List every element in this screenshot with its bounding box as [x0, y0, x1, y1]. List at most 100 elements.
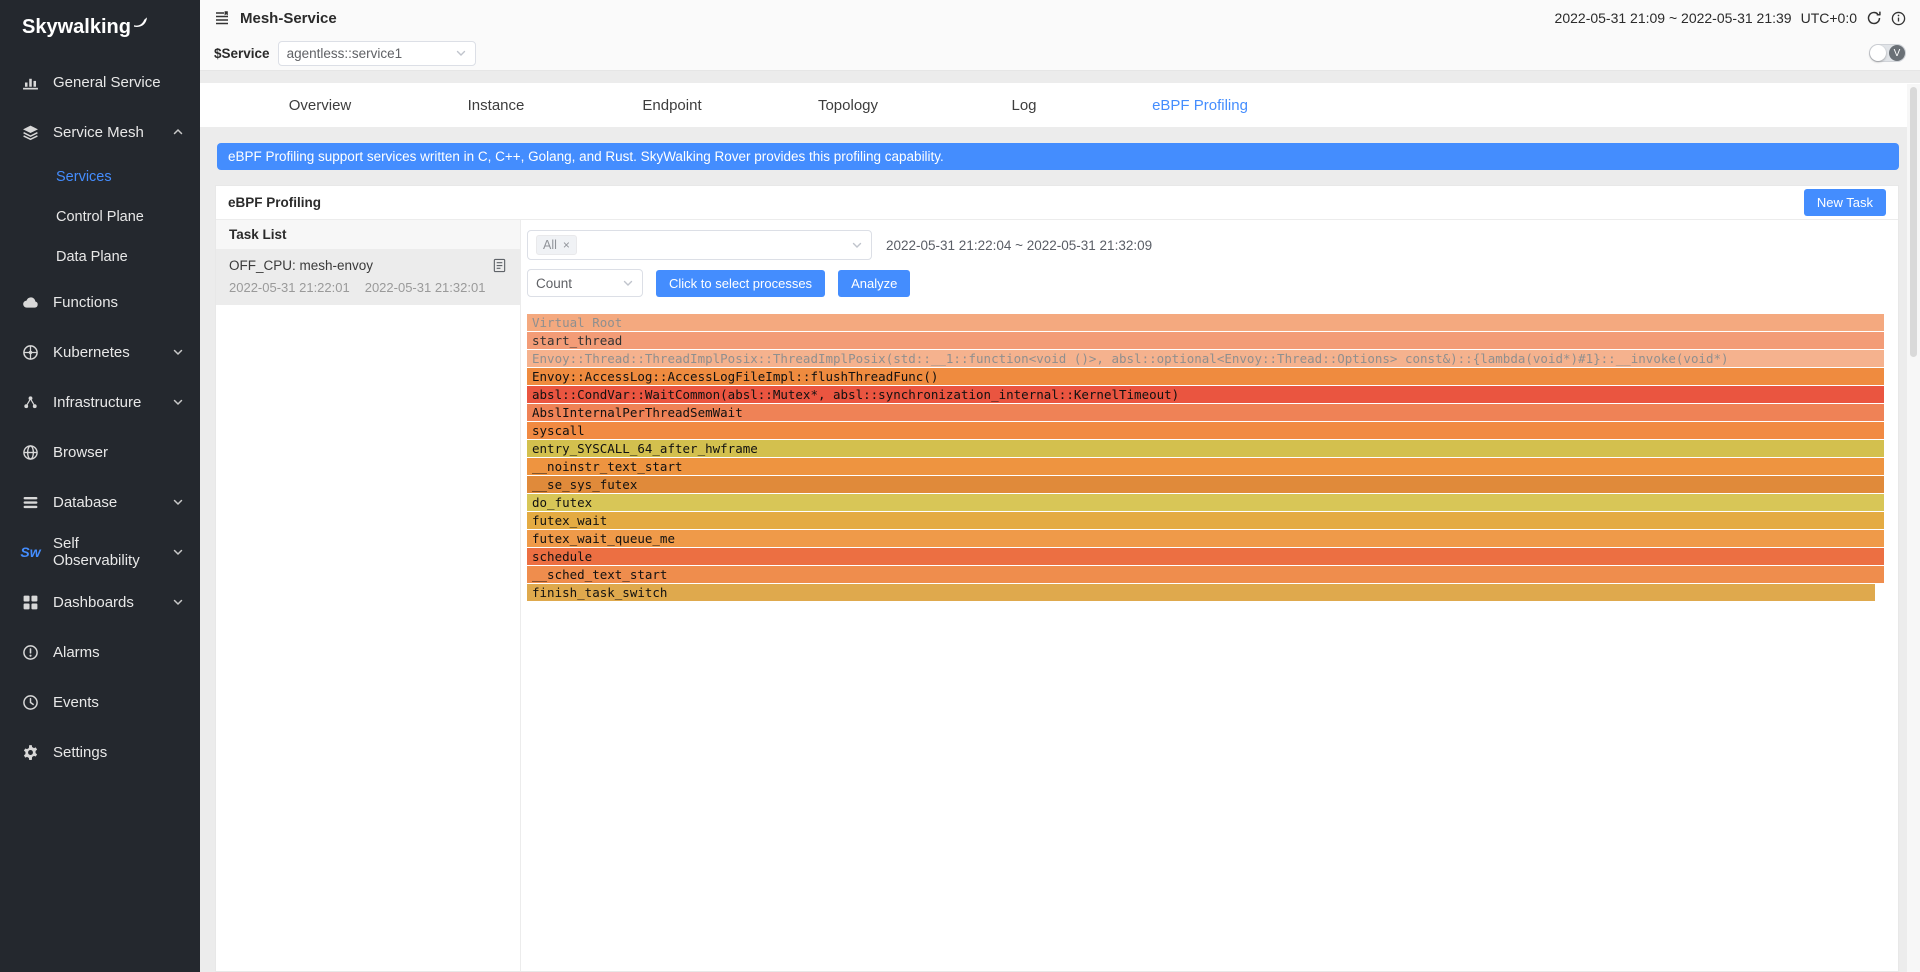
sidebar-item-settings[interactable]: Settings: [0, 727, 200, 777]
process-filter-select[interactable]: All ×: [527, 230, 872, 260]
flame-frame[interactable]: start_thread: [527, 332, 1884, 349]
task-start-time: 2022-05-31 21:22:01: [229, 280, 350, 295]
layers-icon: [22, 124, 39, 141]
analyze-time-range: 2022-05-31 21:22:04 ~ 2022-05-31 21:32:0…: [886, 238, 1152, 253]
sidebar-item-general-service[interactable]: General Service: [0, 57, 200, 107]
flame-frame[interactable]: futex_wait: [527, 512, 1884, 529]
new-task-button[interactable]: New Task: [1804, 189, 1886, 216]
flame-frame[interactable]: Envoy::Thread::ThreadImplPosix::ThreadIm…: [527, 350, 1884, 367]
flame-frame[interactable]: Virtual Root: [527, 314, 1884, 331]
flame-frame[interactable]: futex_wait_queue_me: [527, 530, 1884, 547]
chevron-down-icon: [455, 47, 467, 59]
main-area: Mesh-Service 2022-05-31 21:09 ~ 2022-05-…: [200, 0, 1920, 972]
analysis-controls-row2: Count Click to select processes Analyze: [527, 269, 1882, 297]
sidebar-item-functions[interactable]: Functions: [0, 277, 200, 327]
toggle-knob: [1870, 45, 1886, 61]
info-icon[interactable]: [1891, 11, 1906, 26]
ebpf-profiling-panel: eBPF Profiling New Task Task List OFF_CP…: [215, 185, 1899, 972]
skywalking-sw-icon: Sw: [22, 544, 39, 561]
sidebar-item-control-plane[interactable]: Control Plane: [0, 197, 200, 237]
scrollbar-thumb[interactable]: [1910, 87, 1917, 357]
sidebar-item-events[interactable]: Events: [0, 677, 200, 727]
bar-chart-icon: [22, 74, 39, 91]
timezone-label[interactable]: UTC+0:0: [1801, 10, 1857, 26]
clock-icon: [22, 694, 39, 711]
sidebar-item-label: Dashboards: [53, 594, 134, 611]
sidebar-item-services[interactable]: Services: [0, 157, 200, 197]
sidebar-nav: General Service Service Mesh Services Co…: [0, 57, 200, 777]
task-list-column: Task List OFF_CPU: mesh-envoy 2022-05-31…: [216, 220, 521, 971]
aggregation-select[interactable]: Count: [527, 269, 643, 297]
sidebar-item-label: Database: [53, 494, 117, 511]
flame-frame[interactable]: schedule: [527, 548, 1884, 565]
chevron-down-icon: [172, 496, 184, 508]
dashboard-list-icon[interactable]: [214, 10, 230, 26]
tab-ebpf-profiling[interactable]: eBPF Profiling: [1112, 97, 1288, 114]
database-icon: [22, 494, 39, 511]
service-select-value: agentless::service1: [287, 46, 403, 61]
sidebar-item-label: Service Mesh: [53, 124, 144, 141]
flame-frame[interactable]: AbslInternalPerThreadSemWait: [527, 404, 1884, 421]
flame-graph: Virtual Rootstart_threadEnvoy::Thread::T…: [527, 314, 1884, 601]
sidebar-item-label: Kubernetes: [53, 344, 130, 361]
flame-frame[interactable]: __sched_text_start: [527, 566, 1884, 583]
version-toggle[interactable]: V: [1869, 44, 1906, 62]
grid-icon: [22, 594, 39, 611]
sidebar-item-browser[interactable]: Browser: [0, 427, 200, 477]
tab-bar: Overview Instance Endpoint Topology Log …: [200, 83, 1920, 127]
tag-close-icon[interactable]: ×: [563, 239, 570, 251]
cluster-nodes-icon: [22, 394, 39, 411]
tab-log[interactable]: Log: [936, 97, 1112, 114]
refresh-icon[interactable]: [1866, 10, 1882, 26]
sidebar-item-label: General Service: [53, 74, 161, 91]
task-name: OFF_CPU: mesh-envoy: [229, 258, 373, 273]
sidebar-item-self-observability[interactable]: Sw Self Observability: [0, 527, 200, 577]
sidebar-item-label: Browser: [53, 444, 108, 461]
flame-frame[interactable]: __noinstr_text_start: [527, 458, 1884, 475]
chevron-down-icon: [172, 396, 184, 408]
sidebar-item-data-plane[interactable]: Data Plane: [0, 237, 200, 277]
flame-frame[interactable]: entry_SYSCALL_64_after_hwframe: [527, 440, 1884, 457]
flame-frame[interactable]: do_futex: [527, 494, 1884, 511]
tab-topology[interactable]: Topology: [760, 97, 936, 114]
process-filter-tag: All ×: [536, 235, 577, 255]
sidebar-item-dashboards[interactable]: Dashboards: [0, 577, 200, 627]
task-list-item[interactable]: OFF_CPU: mesh-envoy 2022-05-31 21:22:01 …: [216, 250, 520, 305]
service-variable-label: $Service: [214, 46, 270, 61]
service-select[interactable]: agentless::service1: [278, 41, 476, 66]
globe-icon: [22, 444, 39, 461]
flame-frame[interactable]: finish_task_switch: [527, 584, 1875, 601]
sidebar-item-label: Self Observability: [53, 535, 158, 569]
flame-frame[interactable]: Envoy::AccessLog::AccessLogFileImpl::flu…: [527, 368, 1884, 385]
panel-title: eBPF Profiling: [228, 195, 321, 210]
kubernetes-icon: [22, 344, 39, 361]
logo-wing-icon: [133, 12, 148, 35]
global-time-range[interactable]: 2022-05-31 21:09 ~ 2022-05-31 21:39: [1555, 10, 1792, 26]
sidebar-item-alarms[interactable]: Alarms: [0, 627, 200, 677]
task-schedule-icon[interactable]: [492, 258, 507, 273]
service-selector-bar: $Service agentless::service1 V: [200, 36, 1920, 71]
skywalking-logo[interactable]: Skywalking: [0, 0, 200, 49]
select-processes-button[interactable]: Click to select processes: [656, 270, 825, 297]
chevron-up-icon: [172, 126, 184, 138]
analyze-button[interactable]: Analyze: [838, 270, 910, 297]
tab-endpoint[interactable]: Endpoint: [584, 97, 760, 114]
task-list-header: Task List: [216, 220, 520, 250]
tab-overview[interactable]: Overview: [232, 97, 408, 114]
page-title: Mesh-Service: [240, 10, 337, 27]
flame-frame[interactable]: absl::CondVar::WaitCommon(absl::Mutex*, …: [527, 386, 1884, 403]
top-header-bar: Mesh-Service 2022-05-31 21:09 ~ 2022-05-…: [200, 0, 1920, 36]
tab-instance[interactable]: Instance: [408, 97, 584, 114]
flame-frame[interactable]: syscall: [527, 422, 1884, 439]
flame-frame[interactable]: __se_sys_futex: [527, 476, 1884, 493]
analysis-column: All × 2022-05-31 21:22:04 ~ 2022-05-31 2…: [521, 220, 1898, 971]
service-mesh-submenu: Services Control Plane Data Plane: [0, 157, 200, 277]
sidebar-item-service-mesh[interactable]: Service Mesh: [0, 107, 200, 157]
content-area: Overview Instance Endpoint Topology Log …: [200, 71, 1920, 972]
sidebar-item-kubernetes[interactable]: Kubernetes: [0, 327, 200, 377]
sidebar-item-database[interactable]: Database: [0, 477, 200, 527]
sidebar-item-infrastructure[interactable]: Infrastructure: [0, 377, 200, 427]
scrollbar[interactable]: [1907, 84, 1920, 972]
sidebar-item-label: Alarms: [53, 644, 100, 661]
sidebar: Skywalking General Service Service Mesh …: [0, 0, 200, 972]
